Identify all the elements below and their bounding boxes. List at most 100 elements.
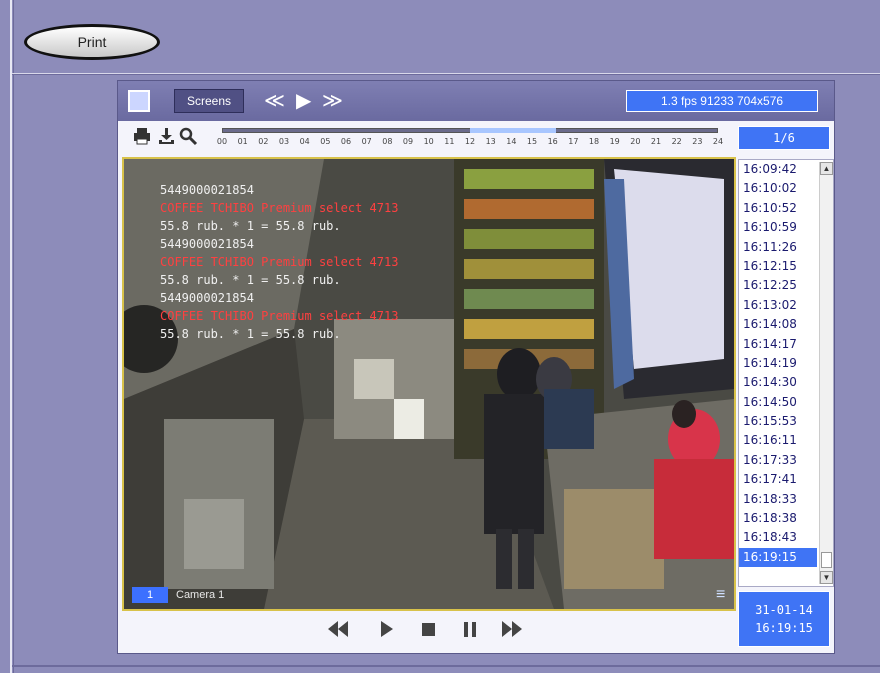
fast-forward-icon xyxy=(502,621,522,637)
overlay-line: 5449000021854 xyxy=(160,183,254,197)
overlay-line: 55.8 rub. * 1 = 55.8 rub. xyxy=(160,273,341,287)
screens-button-label: Screens xyxy=(186,94,232,108)
overlay-line: COFFEE TCHIBO Premium select 4713 xyxy=(160,201,399,215)
timeline-hour-label: 05 xyxy=(320,137,331,146)
time-list-item[interactable]: 16:10:52 xyxy=(739,199,817,218)
camera-label: Camera 1 xyxy=(176,589,225,601)
timeline-hour-label: 02 xyxy=(258,137,269,146)
stop-icon xyxy=(422,623,435,636)
rewind-button[interactable] xyxy=(324,619,352,645)
page-indicator: 1/6 xyxy=(738,126,830,150)
stream-info-badge: 1.3 fps 91233 704x576 xyxy=(626,90,818,112)
overlay-line: 55.8 rub. * 1 = 55.8 rub. xyxy=(160,219,341,233)
timeline-hour-label: 20 xyxy=(630,137,641,146)
time-list-item[interactable]: 16:14:30 xyxy=(739,373,817,392)
timeline-hour-label: 06 xyxy=(340,137,352,146)
pause-button[interactable] xyxy=(456,619,484,645)
time-list-item[interactable]: 16:14:08 xyxy=(739,315,817,334)
playback-controls xyxy=(118,613,736,651)
timeline-hour-label: 15 xyxy=(526,137,538,146)
timeline-hour-label: 12 xyxy=(464,137,476,146)
timeline-hour-label: 09 xyxy=(402,137,414,146)
zoom-icon[interactable] xyxy=(178,126,198,148)
next-screen-button[interactable]: ≫ xyxy=(322,89,343,113)
print-button[interactable]: Print xyxy=(24,24,160,60)
time-list-item[interactable]: 16:14:17 xyxy=(739,335,817,354)
time-list-item[interactable]: 16:19:15 xyxy=(739,547,817,568)
time-list-item[interactable]: 16:17:33 xyxy=(739,451,817,470)
top-divider-shadow xyxy=(12,74,880,75)
timeline-hour-label: 21 xyxy=(650,137,662,146)
menu-icon[interactable]: ≡ xyxy=(716,587,725,603)
time-list-item[interactable]: 16:18:38 xyxy=(739,509,817,528)
event-time-list: 16:09:42 16:10:02 16:10:52 16:10:59 16:11:26… xyxy=(738,159,834,587)
left-divider-shadow xyxy=(13,0,14,673)
time-list-item[interactable]: 16:12:25 xyxy=(739,276,817,295)
time-list-item[interactable]: 16:13:02 xyxy=(739,296,817,315)
camera-video-frame[interactable]: 5449000021854 COFFEE TCHIBO Premium selec… xyxy=(122,157,736,611)
play-icon xyxy=(381,621,393,637)
time-list-item[interactable]: 16:12:15 xyxy=(739,257,817,276)
layout-toggle-button[interactable] xyxy=(128,90,150,112)
overlay-line: COFFEE TCHIBO Premium select 4713 xyxy=(160,309,399,323)
timeline-hour-label: 04 xyxy=(299,137,310,146)
time-list-item[interactable]: 16:15:53 xyxy=(739,412,817,431)
timeline-selection xyxy=(470,128,556,133)
prev-screen-button[interactable]: ≪ xyxy=(264,89,285,113)
pause-icon xyxy=(464,622,476,637)
overlay-line: 5449000021854 xyxy=(160,237,254,251)
current-time: 16:19:15 xyxy=(755,621,813,635)
print-button-label: Print xyxy=(77,34,107,50)
camera-number-badge: 1 xyxy=(132,587,168,603)
time-list-item[interactable]: 16:14:50 xyxy=(739,393,817,412)
time-list-item[interactable]: 16:17:41 xyxy=(739,470,817,489)
screens-button[interactable]: Screens xyxy=(174,89,244,113)
time-list-item[interactable]: 16:14:19 xyxy=(739,354,817,373)
timeline-hour-label: 10 xyxy=(423,137,434,146)
timeline-hour-label: 24 xyxy=(712,137,724,146)
overlay-line: COFFEE TCHIBO Premium select 4713 xyxy=(160,255,399,269)
fast-forward-button[interactable] xyxy=(498,619,526,645)
overlay-line: 5449000021854 xyxy=(160,291,254,305)
scroll-up-icon[interactable]: ▲ xyxy=(820,162,833,175)
time-list-item[interactable]: 16:10:59 xyxy=(739,218,817,237)
time-list-item[interactable]: 16:18:43 xyxy=(739,528,817,547)
time-list-item[interactable]: 16:18:33 xyxy=(739,490,817,509)
camera-number-text: 1 xyxy=(146,589,154,601)
timeline-hour-label: 11 xyxy=(444,137,455,146)
timeline-hour-label: 18 xyxy=(588,137,600,146)
time-list-item[interactable]: 16:11:26 xyxy=(739,238,817,257)
timeline-hour-label: 17 xyxy=(568,137,579,146)
timeline-hour-label: 00 xyxy=(216,137,228,146)
viewer-topbar: Screens ≪ ▶ ≫ 1.3 fps 91233 704x576 xyxy=(118,81,834,121)
timeline-hour-label: 16 xyxy=(547,137,558,146)
left-divider xyxy=(10,0,12,673)
timeline-bar[interactable]: 00 01 02 03 04 05 06 07 08 09 10 11 12 13 14 15 16 17 18 19… xyxy=(217,125,724,149)
page-indicator-text: 1/6 xyxy=(773,131,795,145)
timeline-hour-label: 13 xyxy=(485,137,496,146)
timeline-hour-label: 07 xyxy=(361,137,372,146)
stream-info-text: 1.3 fps 91233 704x576 xyxy=(660,94,784,108)
timeline-hour-label: 08 xyxy=(382,137,393,146)
download-icon[interactable] xyxy=(156,126,176,148)
overlay-line: 55.8 rub. * 1 = 55.8 rub. xyxy=(160,327,341,341)
viewer-toolbar: 00 01 02 03 04 05 06 07 08 09 10 11 12 13 14 15 16 17 18 19… xyxy=(118,121,834,157)
play-button[interactable] xyxy=(372,619,400,645)
scroll-thumb[interactable] xyxy=(821,552,832,568)
time-list-item[interactable]: 16:09:42 xyxy=(739,160,817,179)
time-list: 16:09:42 16:10:02 16:10:52 16:10:59 16:11:26… xyxy=(739,160,817,568)
receipt-overlay: 5449000021854 COFFEE TCHIBO Premium selec… xyxy=(160,181,398,343)
stop-button[interactable] xyxy=(414,619,442,645)
time-list-scrollbar[interactable]: ▲ ▼ xyxy=(819,162,833,584)
time-list-item[interactable]: 16:10:02 xyxy=(739,179,817,198)
play-screen-button[interactable]: ▶ xyxy=(296,89,311,113)
timeline-hour-label: 19 xyxy=(609,137,620,146)
timeline-hour-label: 22 xyxy=(671,137,682,146)
scroll-down-icon[interactable]: ▼ xyxy=(820,571,833,584)
timeline-hour-label: 14 xyxy=(506,137,517,146)
video-viewer-window: Screens ≪ ▶ ≫ 1.3 fps 91233 704x576 00 0… xyxy=(117,80,835,654)
current-date: 31-01-14 xyxy=(755,603,813,617)
timeline-hour-label: 03 xyxy=(278,137,290,146)
printer-icon[interactable] xyxy=(132,126,152,148)
time-list-item[interactable]: 16:16:11 xyxy=(739,431,817,450)
